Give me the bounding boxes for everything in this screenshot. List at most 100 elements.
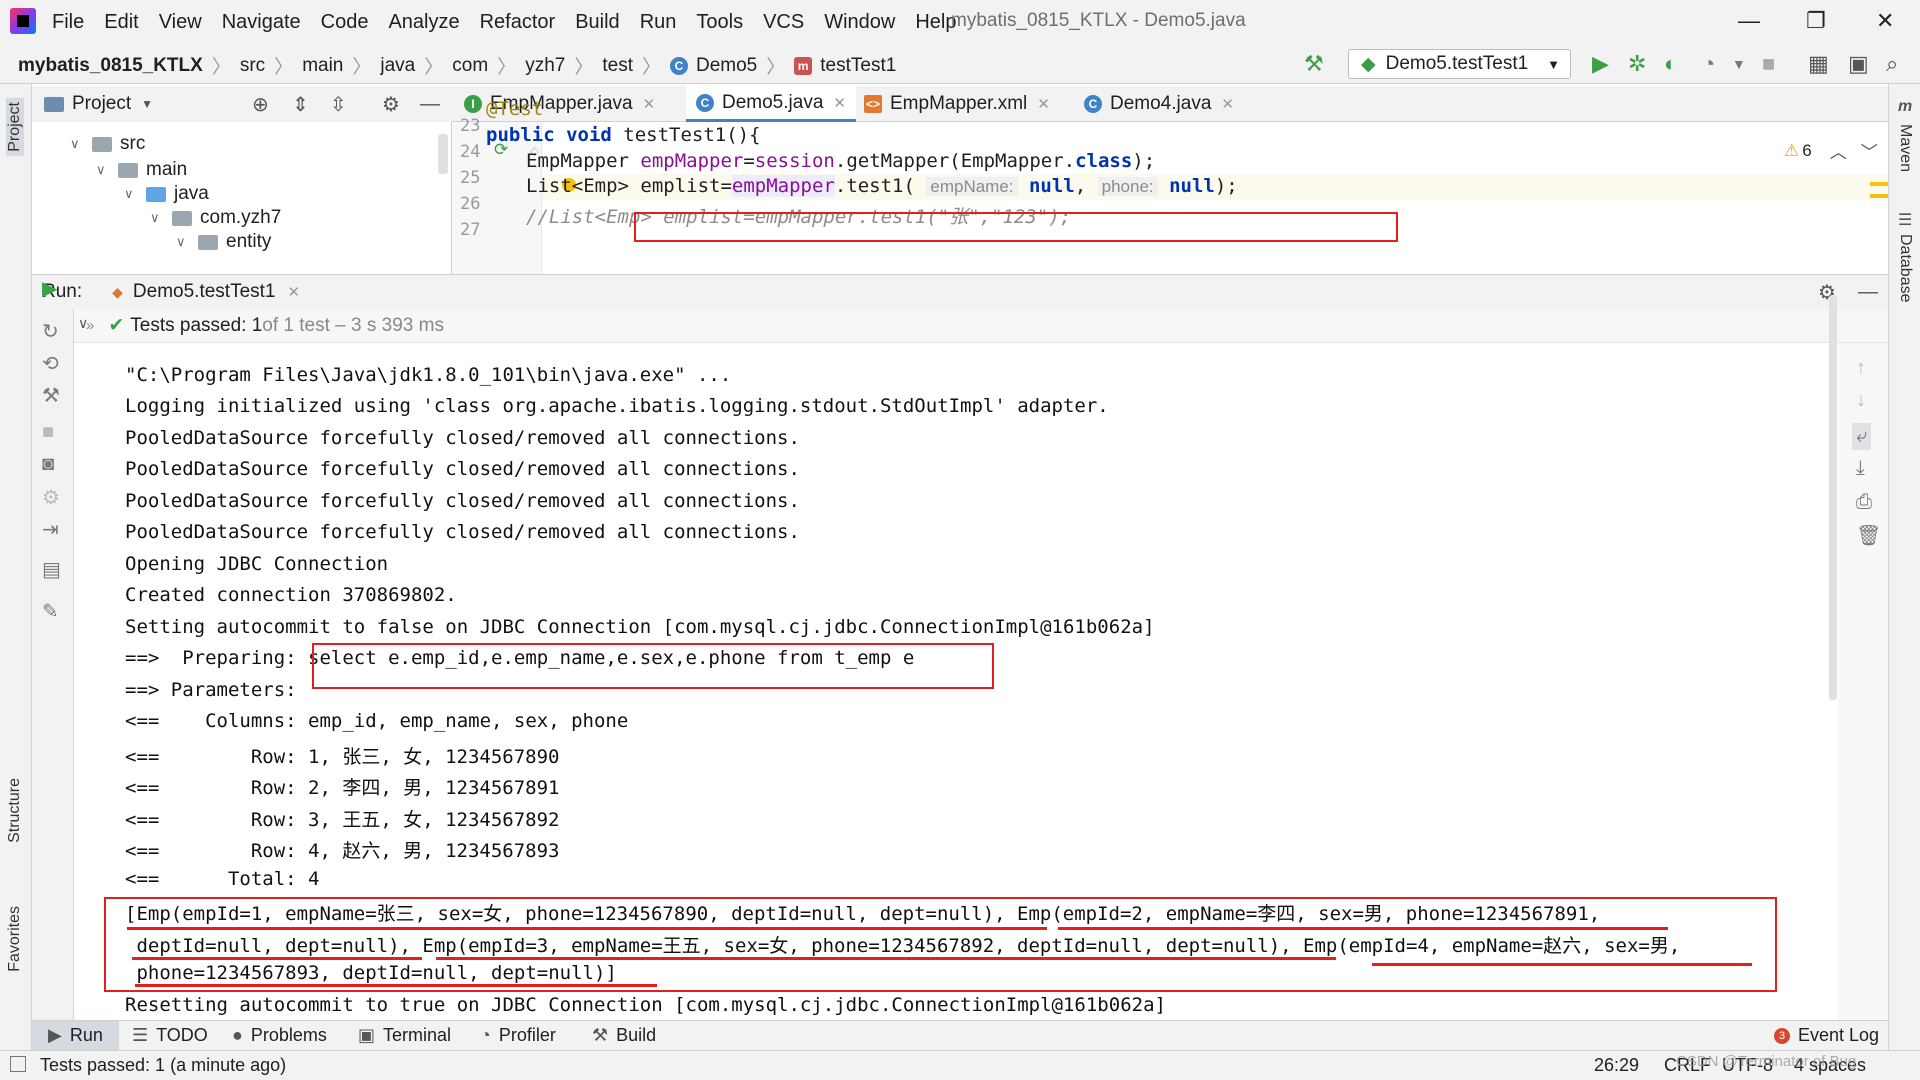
- menu-refactor[interactable]: Refactor: [480, 11, 556, 34]
- menu-bar: File Edit View Navigate Code Analyze Ref…: [0, 0, 1920, 44]
- console-line: Setting autocommit to false on JDBC Conn…: [125, 616, 1155, 638]
- info-icon: ●: [232, 1025, 243, 1045]
- window-title: mybatis_0815_KTLX - Demo5.java: [951, 10, 1246, 31]
- collapse-icon[interactable]: ∨: [78, 315, 88, 332]
- layout-icon[interactable]: ▣: [1848, 51, 1869, 77]
- menu-code[interactable]: Code: [321, 11, 369, 34]
- menu-window[interactable]: Window: [824, 11, 895, 34]
- console-line: PooledDataSource forcefully closed/remov…: [125, 427, 800, 449]
- tool-tab-profiler[interactable]: ◔ Profiler: [480, 1025, 556, 1046]
- underline-mark: [135, 984, 657, 987]
- console-line: <== Row: 4, 赵六, 男, 1234567893: [125, 840, 560, 862]
- tool-tab-build[interactable]: ⚒ Build: [592, 1025, 656, 1046]
- tool-tab-run[interactable]: ▶ Run: [32, 1021, 119, 1050]
- minimize-icon[interactable]: —: [1738, 8, 1760, 34]
- console-line: PooledDataSource forcefully closed/remov…: [125, 490, 800, 512]
- status-bar: Tests passed: 1 (a minute ago) 26:29 CRL…: [0, 1050, 1920, 1080]
- console-line: <== Columns: emp_id, emp_name, sex, phon…: [125, 710, 629, 732]
- scroll-marker: [1870, 182, 1888, 186]
- bottom-tool-tabs: ▶ Run ☰ TODO ● Problems ▣ Terminal ◔ Profiler…: [32, 1020, 1888, 1050]
- menu-edit[interactable]: Edit: [104, 11, 138, 34]
- profiler-icon: ◔: [480, 1025, 491, 1045]
- console-line: <== Row: 1, 张三, 女, 1234567890: [125, 746, 560, 768]
- rerun-failed-icon[interactable]: ↻: [42, 319, 59, 344]
- underline-mark: [127, 927, 1047, 930]
- project-tool-tab[interactable]: Project: [6, 98, 24, 156]
- tool-tab-label: Problems: [250, 1025, 327, 1045]
- chevron-up-icon[interactable]: ︿: [1830, 138, 1847, 163]
- console-line: Resetting autocommit to true on JDBC Con…: [125, 994, 1166, 1016]
- maven-icon: m: [1898, 98, 1913, 115]
- structure-tool-tab[interactable]: Structure: [6, 778, 24, 843]
- menu-run[interactable]: Run: [640, 11, 677, 34]
- run-toolbar: ▶ ↻ ⟲ ⚒ ■ ◙ ⚙ ⇥ ▤ ✎: [32, 278, 74, 1051]
- tool-tab-label: Build: [616, 1025, 657, 1045]
- pin-icon[interactable]: ✎: [42, 599, 59, 624]
- tool-tab-problems[interactable]: ● Problems: [232, 1025, 327, 1046]
- toggle-tool-windows-icon[interactable]: [10, 1056, 26, 1072]
- left-tool-strip: Project Structure Favorites: [0, 84, 32, 1050]
- menu-vcs[interactable]: VCS: [763, 11, 804, 34]
- console-line: <== Row: 2, 李四, 男, 1234567891: [125, 777, 560, 799]
- database-icon: ☰: [1898, 212, 1913, 229]
- rerun-icon[interactable]: ▶: [42, 276, 57, 301]
- tool-tab-label: Run: [69, 1025, 103, 1045]
- underline-mark: [1058, 927, 1668, 930]
- toggle-auto-test-icon[interactable]: ⟲: [42, 351, 59, 376]
- tool-tab-event-log[interactable]: 3 Event Log: [1774, 1025, 1879, 1046]
- underline-mark: [132, 957, 422, 960]
- print-icon[interactable]: ⎙: [1856, 491, 1872, 514]
- console-line: "C:\Program Files\Java\jdk1.8.0_101\bin\…: [125, 364, 732, 386]
- stop-icon[interactable]: ■: [42, 421, 54, 444]
- layout-icon[interactable]: ▤: [42, 557, 61, 582]
- menu-file[interactable]: File: [52, 11, 84, 34]
- underline-mark: [436, 957, 1336, 960]
- tool-tab-todo[interactable]: ☰ TODO: [132, 1025, 208, 1046]
- database-tool-tab[interactable]: Database: [1896, 234, 1914, 303]
- list-icon: ☰: [132, 1025, 149, 1045]
- console-line: <== Total: 4: [125, 868, 320, 890]
- console-line: Logging initialized using 'class org.apa…: [125, 395, 1109, 417]
- highlight-box: [312, 643, 994, 689]
- chevron-down-icon[interactable]: ﹀: [1861, 138, 1878, 163]
- menu-build[interactable]: Build: [575, 11, 619, 34]
- close-icon[interactable]: ✕: [1876, 8, 1894, 34]
- console-line: Opening JDBC Connection: [125, 553, 389, 575]
- gear-icon[interactable]: ⚙: [42, 485, 60, 510]
- console-line: PooledDataSource forcefully closed/remov…: [125, 458, 800, 480]
- exit-icon[interactable]: ⇥: [42, 517, 59, 542]
- watermark: CSDN @Terminator of Bug: [1676, 1053, 1857, 1070]
- console-line: Created connection 370869802.: [125, 584, 457, 606]
- hide-icon[interactable]: —: [1858, 281, 1878, 304]
- console-line: PooledDataSource forcefully closed/remov…: [125, 521, 800, 543]
- menu-view[interactable]: View: [159, 11, 202, 34]
- arrow-down-icon[interactable]: ↓: [1856, 389, 1866, 412]
- intellij-logo-icon: [10, 8, 36, 34]
- tool-tab-label: Terminal: [383, 1025, 452, 1045]
- menu-analyze[interactable]: Analyze: [388, 11, 459, 34]
- maven-tool-tab[interactable]: Maven: [1896, 124, 1914, 172]
- favorites-tool-tab[interactable]: Favorites: [6, 906, 24, 972]
- wrench-icon[interactable]: ⚒: [42, 383, 60, 408]
- soft-wrap-icon[interactable]: ⤶: [1852, 423, 1872, 450]
- main-menu: File Edit View Navigate Code Analyze Ref…: [52, 0, 977, 44]
- event-log-badge: 3: [1774, 1027, 1790, 1044]
- project-icon: [44, 96, 64, 112]
- scroll-to-end-icon[interactable]: ⤓: [1856, 457, 1865, 480]
- menu-tools[interactable]: Tools: [696, 11, 743, 34]
- run-icon: ▶: [48, 1025, 62, 1045]
- console-line: <== Row: 3, 王五, 女, 1234567892: [125, 809, 560, 831]
- terminal-icon: ▣: [358, 1025, 376, 1045]
- scroll-marker: [1870, 194, 1888, 198]
- menu-navigate[interactable]: Navigate: [222, 11, 301, 34]
- tool-tab-label: Event Log: [1798, 1025, 1880, 1045]
- camera-icon[interactable]: ◙: [42, 453, 54, 476]
- trash-icon[interactable]: 🗑: [1856, 523, 1881, 548]
- restore-icon[interactable]: ❐: [1806, 8, 1826, 34]
- console-toolbar: ↑ ↓ ⤶ ⤓ ⎙ 🗑: [1838, 343, 1888, 1051]
- search-icon[interactable]: ⌕: [1886, 51, 1898, 77]
- tool-tab-terminal[interactable]: ▣ Terminal: [358, 1025, 451, 1046]
- caret-position[interactable]: 26:29: [1594, 1055, 1639, 1076]
- arrow-up-icon[interactable]: ↑: [1856, 357, 1866, 380]
- underline-mark: [1372, 963, 1752, 966]
